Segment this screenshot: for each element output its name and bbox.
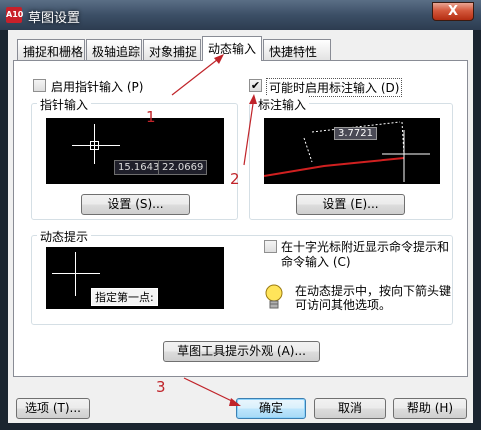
pointer-input-group-title: 指针输入 (37, 96, 92, 113)
drafting-tooltip-appearance-button[interactable]: 草图工具提示外观 (A)... (163, 341, 320, 362)
prompt-crosshair-vertical (75, 252, 76, 296)
pointer-y-coordinate: 22.0669 (158, 160, 208, 175)
annotation-step-2: 2 (230, 170, 240, 188)
enable-pointer-input-label: 启用指针输入 (P) (51, 80, 144, 94)
lightbulb-icon (265, 284, 283, 309)
dynamic-prompt-info-line2: 可访问其他选项。 (295, 298, 392, 312)
options-button[interactable]: 选项 (T)... (16, 398, 90, 419)
tab-object-snap[interactable]: 对象捕捉 (143, 39, 201, 60)
prompt-crosshair-horizontal (52, 273, 100, 274)
autocad-app-icon: A10 (6, 7, 23, 23)
show-command-prompt-label-line2: 命令输入 (C) (281, 255, 351, 269)
enable-pointer-input-checkbox[interactable] (33, 79, 46, 92)
window-title: 草图设置 (28, 11, 81, 26)
pointer-x-coordinate: 15.1643 (114, 160, 164, 175)
dimension-input-settings-button[interactable]: 设置 (E)... (296, 194, 405, 215)
dimension-value-field: 3.7721 (334, 127, 377, 140)
annotation-step-1: 1 (146, 108, 156, 126)
tab-dynamic-input[interactable]: 动态输入 (202, 36, 262, 61)
show-command-prompt-checkbox[interactable] (264, 240, 277, 253)
crosshair-pickbox (90, 141, 99, 150)
tab-polar-tracking[interactable]: 极轴追踪 (86, 39, 142, 60)
close-button[interactable]: X (432, 2, 474, 21)
annotation-step-3: 3 (156, 378, 166, 396)
tab-quick-properties[interactable]: 快捷特性 (263, 39, 331, 60)
checkmark-icon: ✔ (250, 79, 261, 92)
help-button[interactable]: 帮助 (H) (393, 398, 467, 419)
cancel-button[interactable]: 取消 (314, 398, 386, 419)
enable-dimension-input-checkbox[interactable]: ✔ (249, 79, 262, 92)
enable-dimension-input-label: 可能时启用标注输入 (D) (266, 78, 403, 97)
ok-button[interactable]: 确定 (236, 398, 306, 419)
pointer-input-settings-button[interactable]: 设置 (S)... (81, 194, 190, 215)
command-prompt-tooltip: 指定第一点: (91, 288, 158, 306)
tab-snap-and-grid[interactable]: 捕捉和栅格 (17, 39, 85, 60)
dynamic-prompt-group-title: 动态提示 (37, 228, 92, 245)
dimension-input-group-title: 标注输入 (255, 96, 310, 113)
